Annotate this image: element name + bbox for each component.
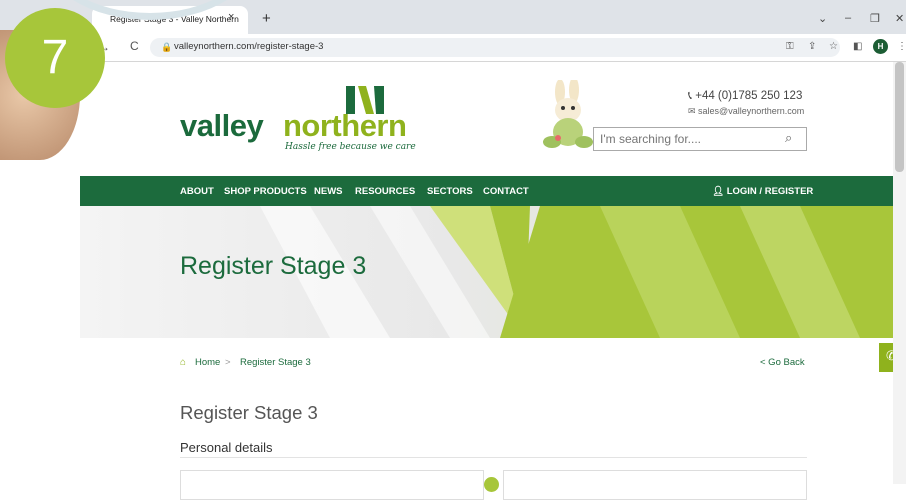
breadcrumb-separator: > bbox=[225, 357, 231, 368]
breadcrumb-current: Register Stage 3 bbox=[240, 357, 311, 368]
tab-list-chevron-icon[interactable]: ⌄ bbox=[818, 12, 827, 25]
sidebar-icon[interactable]: ◧ bbox=[853, 41, 862, 52]
nav-item-contact[interactable]: CONTACT bbox=[483, 186, 529, 197]
key-icon[interactable]: ⚿ bbox=[786, 41, 794, 52]
go-back-link[interactable]: < Go Back bbox=[760, 357, 805, 368]
lock-icon[interactable]: 🔒 bbox=[161, 42, 172, 53]
share-icon[interactable]: ⇪ bbox=[808, 41, 816, 52]
nav-item-news[interactable]: NEWS bbox=[314, 186, 343, 197]
phone-number[interactable]: 📞︎ +44 (0)1785 250 123 bbox=[688, 90, 802, 103]
user-icon: 👤︎ bbox=[712, 186, 727, 197]
login-register-link[interactable]: 👤︎ LOGIN / REGISTER bbox=[712, 186, 813, 197]
bookmark-star-icon[interactable]: ☆ bbox=[829, 41, 838, 52]
search-icon[interactable]: ⌕ bbox=[785, 130, 792, 146]
breadcrumb-home[interactable]: Home bbox=[195, 357, 220, 368]
url-text[interactable]: valleynorthern.com/register-stage-3 bbox=[174, 41, 323, 52]
logo-text-valley[interactable]: valley bbox=[180, 108, 264, 144]
minimize-icon[interactable]: – bbox=[845, 12, 851, 24]
page-title: Register Stage 3 bbox=[180, 402, 318, 423]
logo-text-northern[interactable]: northern bbox=[283, 108, 407, 144]
tab-close-icon[interactable]: × bbox=[228, 11, 234, 23]
banner-title: Register Stage 3 bbox=[180, 252, 367, 280]
home-icon[interactable]: ⌂ bbox=[180, 357, 186, 368]
nav-item-sectors[interactable]: SECTORS bbox=[427, 186, 473, 197]
scrollbar-thumb[interactable] bbox=[895, 62, 904, 172]
email-text[interactable]: sales@valleynorthern.com bbox=[698, 106, 804, 116]
phone-text[interactable]: +44 (0)1785 250 123 bbox=[695, 90, 802, 102]
required-indicator bbox=[484, 477, 499, 492]
nav-item-resources[interactable]: RESOURCES bbox=[355, 186, 415, 197]
close-window-icon[interactable]: ✕ bbox=[895, 12, 904, 25]
step-number: 7 bbox=[41, 31, 69, 84]
nav-item-shop-products[interactable]: SHOP PRODUCTS bbox=[224, 186, 307, 197]
profile-avatar[interactable]: H bbox=[873, 39, 888, 54]
first-name-field[interactable] bbox=[180, 470, 484, 500]
email-address[interactable]: ✉ sales@valleynorthern.com bbox=[688, 106, 804, 117]
surname-field[interactable] bbox=[503, 470, 807, 500]
nav-item-about[interactable]: ABOUT bbox=[180, 186, 214, 197]
restore-icon[interactable]: ❐ bbox=[870, 12, 880, 25]
search-input[interactable] bbox=[600, 132, 770, 146]
bunny-mascot-icon bbox=[543, 80, 593, 148]
email-icon: ✉ bbox=[688, 106, 699, 116]
login-register-label[interactable]: LOGIN / REGISTER bbox=[727, 186, 814, 197]
logo-tagline: Hassle free because we care bbox=[285, 142, 416, 152]
section-heading: Personal details bbox=[180, 440, 273, 455]
menu-dots-icon[interactable]: ⋮ bbox=[897, 41, 906, 52]
reload-icon[interactable]: C bbox=[130, 39, 139, 53]
new-tab-icon[interactable]: + bbox=[262, 10, 271, 27]
section-divider bbox=[180, 457, 807, 458]
